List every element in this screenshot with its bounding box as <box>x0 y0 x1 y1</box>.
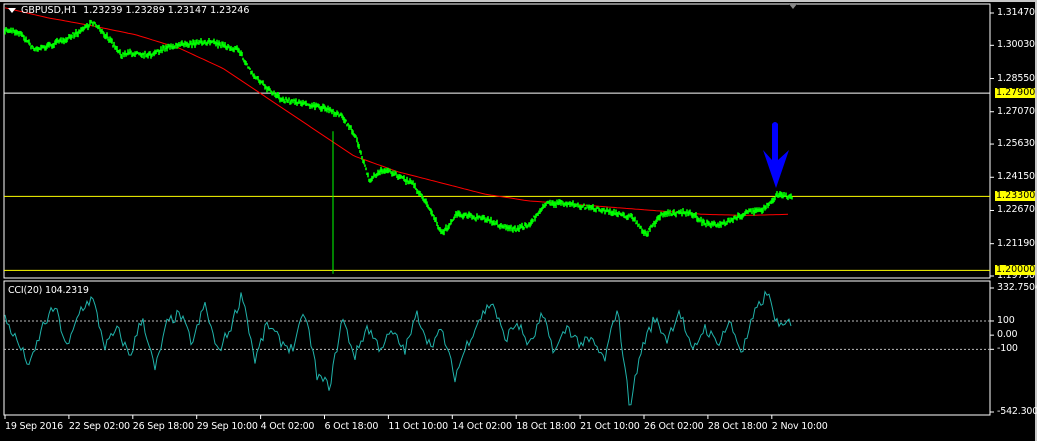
main-panel-border <box>3 3 991 279</box>
time-tick-label: 28 Oct 18:00 <box>707 421 768 432</box>
level-price-label: 1.23300 <box>995 190 1036 202</box>
cci-tick-label: 332.7504 <box>997 282 1037 293</box>
time-tick-label: 19 Sep 2016 <box>5 421 64 432</box>
down-arrow-icon <box>763 122 789 188</box>
level-price-label: 1.20000 <box>995 264 1036 276</box>
collapse-triangle-icon[interactable] <box>8 8 16 13</box>
time-tick-label: 26 Oct 02:00 <box>644 421 704 432</box>
time-tick-label: 26 Sep 18:00 <box>132 421 194 432</box>
cci-tick-label: 0.00 <box>997 329 1018 341</box>
price-tick-label: 1.28550 <box>997 72 1035 84</box>
price-tick-label: 1.31470 <box>997 7 1035 18</box>
chart-title: GBPUSD,H1 1.23239 1.23289 1.23147 1.2324… <box>8 5 249 16</box>
ohlc-values: 1.23239 1.23289 1.23147 1.23246 <box>83 5 250 16</box>
time-tick-label: 6 Oct 18:00 <box>324 421 379 432</box>
symbol-label: GBPUSD,H1 <box>21 5 78 16</box>
time-tick-label: 2 Nov 10:00 <box>771 421 828 432</box>
cci-panel-border <box>3 280 991 416</box>
cci-tick-label: -542.3005 <box>997 406 1037 417</box>
price-tick-label: 1.27070 <box>997 105 1035 117</box>
price-tick-label: 1.24150 <box>997 171 1035 183</box>
cci-label: CCI(20) 104.2319 <box>8 285 89 296</box>
time-tick-label: 18 Oct 18:00 <box>516 421 576 432</box>
chart-canvas[interactable] <box>0 0 1037 441</box>
price-tick-label: 1.21190 <box>997 237 1035 249</box>
cci-tick-label: 100 <box>997 314 1015 326</box>
price-tick-label: 1.30030 <box>997 39 1035 51</box>
level-price-label: 1.27900 <box>995 87 1036 99</box>
cci-tick-label: -100 <box>997 343 1018 355</box>
price-tick-label: 1.22670 <box>997 204 1035 216</box>
time-tick-label: 14 Oct 02:00 <box>452 421 512 432</box>
moving-average-line <box>4 7 789 216</box>
price-tick-label: 1.25630 <box>997 138 1035 150</box>
time-tick-label: 29 Sep 10:00 <box>196 421 258 432</box>
chart-shift-marker-icon <box>789 4 797 9</box>
time-tick-label: 11 Oct 10:00 <box>388 421 448 432</box>
time-tick-label: 4 Oct 02:00 <box>260 421 315 432</box>
time-tick-label: 21 Oct 10:00 <box>580 421 640 432</box>
cci-line <box>4 290 792 406</box>
time-tick-label: 22 Sep 02:00 <box>68 421 130 432</box>
